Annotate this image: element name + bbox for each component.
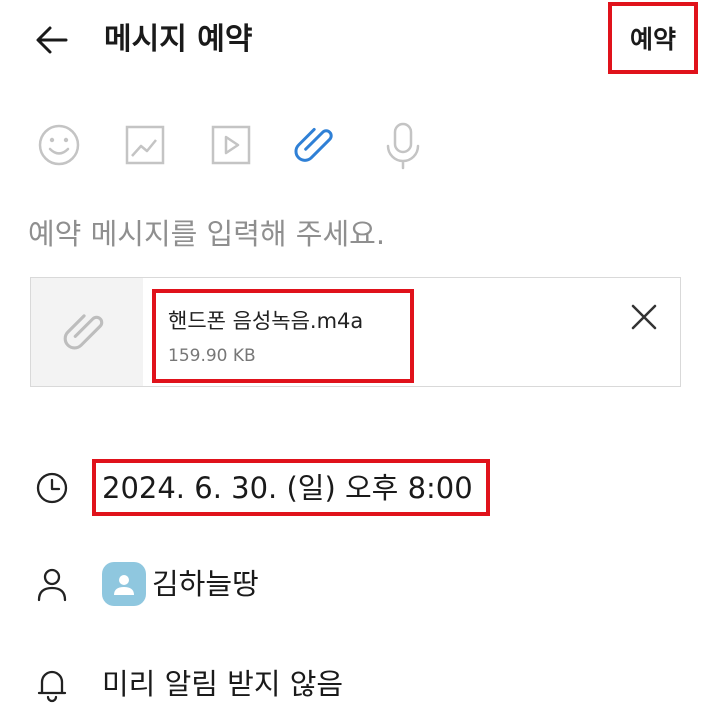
notification-row-icon — [32, 664, 72, 704]
video-button[interactable] — [206, 118, 256, 172]
avatar-person-icon — [114, 575, 134, 595]
bell-icon — [37, 670, 67, 703]
avatar — [102, 562, 146, 606]
attachment-thumbnail — [31, 278, 143, 386]
schedule-datetime[interactable]: 2024. 6. 30. (일) 오후 8:00 — [102, 464, 473, 512]
attachment-button[interactable] — [292, 118, 342, 172]
close-icon — [631, 304, 657, 330]
arrow-left-icon — [36, 26, 68, 54]
recipient-name[interactable]: 김하늘땅 — [152, 562, 259, 606]
remove-attachment-button[interactable] — [624, 297, 664, 337]
page-title: 메시지 예약 — [104, 22, 253, 57]
schedule-submit-button[interactable]: 예약 — [608, 2, 698, 74]
image-icon — [125, 125, 165, 165]
microphone-icon — [386, 122, 420, 170]
clock-icon — [36, 472, 68, 504]
emoji-button[interactable] — [34, 118, 84, 172]
message-input[interactable]: 예약 메시지를 입력해 주세요. — [28, 210, 385, 258]
recipient-row-icon — [32, 564, 72, 604]
person-icon — [37, 568, 67, 602]
attachment-file-name: 핸드폰 음성녹음.m4a — [168, 309, 364, 333]
back-button[interactable] — [30, 18, 74, 62]
notification-setting[interactable]: 미리 알림 받지 않음 — [102, 660, 343, 708]
video-icon — [211, 125, 251, 165]
attachment-file-size: 159.90 KB — [168, 346, 256, 366]
image-button[interactable] — [120, 118, 170, 172]
attachment-icon — [294, 127, 333, 162]
emoji-icon — [38, 124, 80, 166]
voice-record-button[interactable] — [378, 118, 428, 172]
paperclip-icon — [63, 314, 104, 350]
schedule-row-icon — [32, 468, 72, 508]
